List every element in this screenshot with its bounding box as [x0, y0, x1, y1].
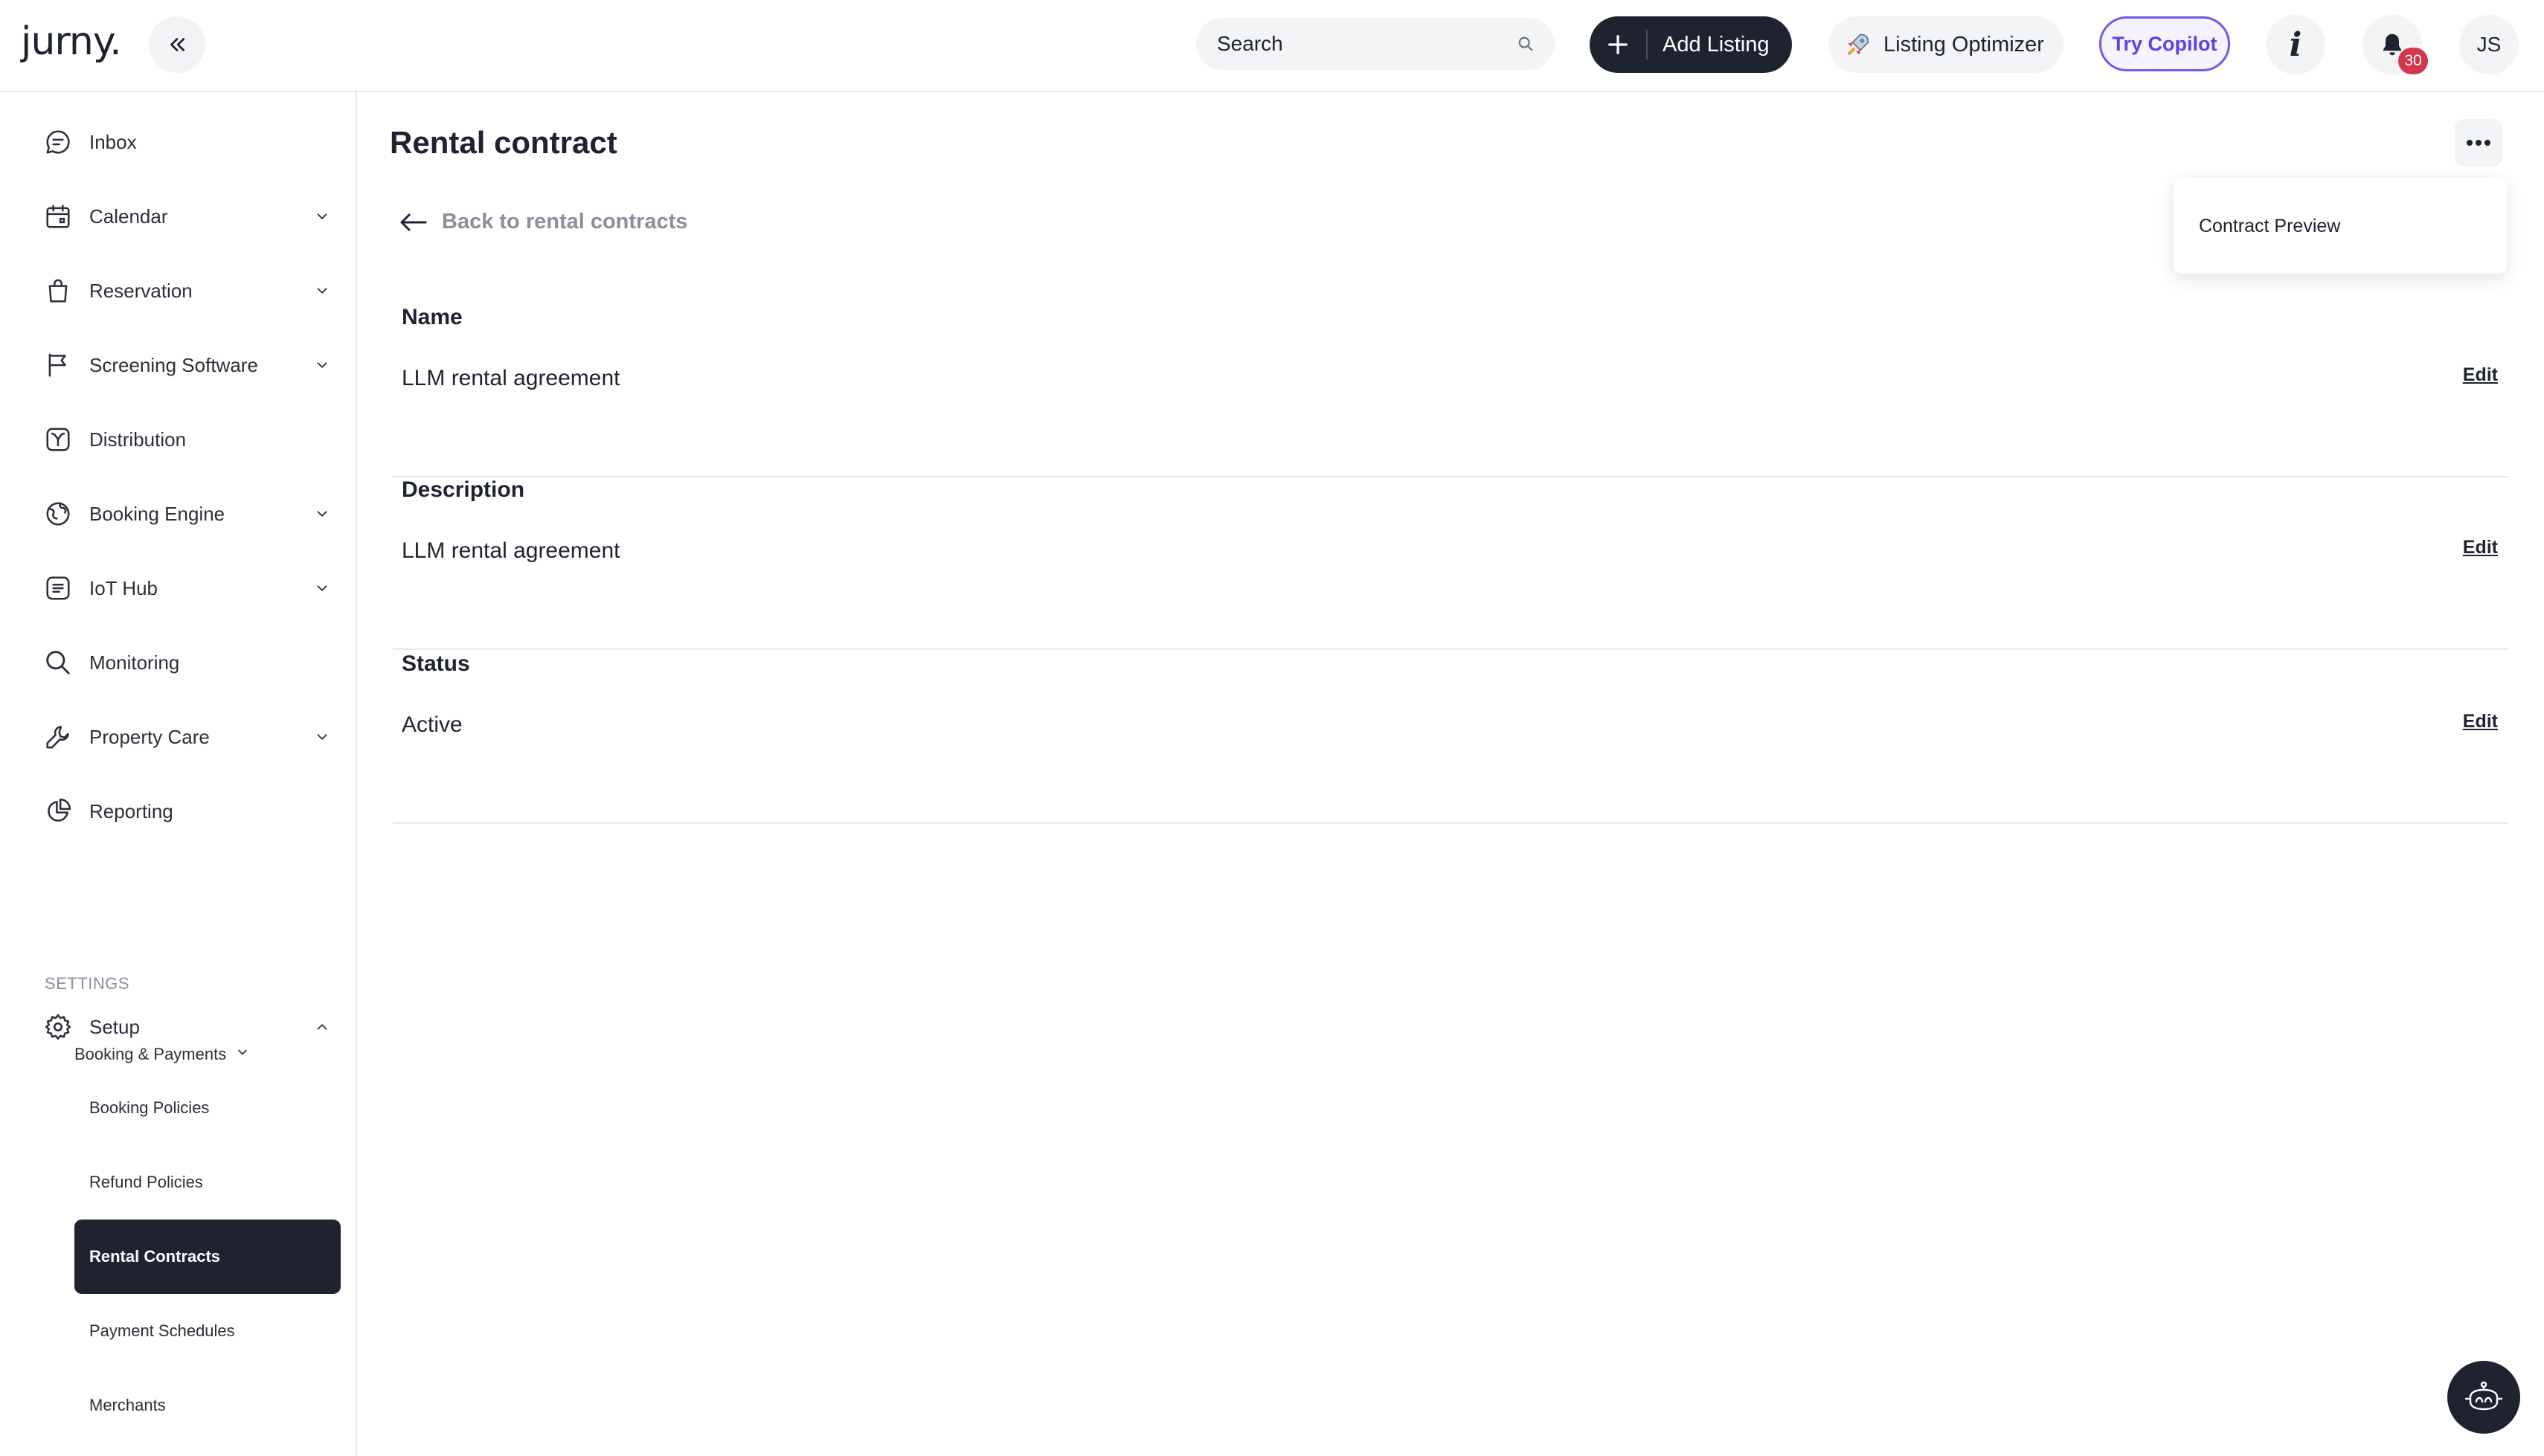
- sidebar-item-label: Payment Schedules: [89, 1321, 235, 1340]
- description-field-row: Description LLM rental agreement Edit: [393, 477, 2508, 650]
- pie-chart-icon: [42, 795, 74, 828]
- sidebar-item-label: Rental Contracts: [89, 1247, 221, 1266]
- flag-icon: [42, 349, 74, 381]
- listing-optimizer-button[interactable]: Listing Optimizer: [1828, 16, 2063, 73]
- magnifier-icon: [42, 646, 74, 679]
- sidebar-item-inbox[interactable]: Inbox: [42, 116, 333, 168]
- name-field-row: Name LLM rental agreement Edit: [393, 305, 2508, 477]
- sidebar-item-reservation[interactable]: Reservation: [42, 265, 333, 317]
- bag-icon: [42, 274, 74, 307]
- status-field-row: Status Active Edit: [393, 651, 2508, 824]
- sidebar-item-label: Booking & Payments: [74, 1045, 227, 1063]
- sidebar-item-label: Calendar: [89, 204, 168, 228]
- listing-optimizer-label: Listing Optimizer: [1883, 32, 2044, 57]
- sidebar-item-label: Monitoring: [89, 651, 180, 674]
- sidebar-item-label: Property Care: [89, 725, 210, 748]
- user-avatar[interactable]: JS: [2459, 15, 2519, 74]
- top-header: jurny. Add Listing Listing Optimizer Try…: [0, 0, 2544, 92]
- notification-badge: 30: [2398, 48, 2428, 74]
- back-link-label: Back to rental contracts: [442, 210, 688, 233]
- sidebar-item-iot-hub[interactable]: IoT Hub: [42, 562, 333, 614]
- search-icon: [1518, 36, 1533, 51]
- collapse-sidebar-button[interactable]: [149, 16, 205, 73]
- sidebar-item-label: Merchants: [89, 1396, 166, 1414]
- search-bar[interactable]: [1196, 18, 1555, 70]
- field-label: Status: [402, 651, 470, 676]
- sidebar-item-booking-policies[interactable]: Booking Policies: [74, 1071, 341, 1145]
- plus-icon: [1590, 16, 1646, 73]
- sidebar-item-booking-payments[interactable]: Booking & Payments: [74, 1032, 250, 1077]
- distribution-icon: [42, 423, 74, 456]
- sidebar-item-monitoring[interactable]: Monitoring: [42, 637, 333, 689]
- add-listing-label: Add Listing: [1663, 32, 1770, 57]
- sidebar-item-rental-contracts[interactable]: Rental Contracts: [74, 1220, 341, 1294]
- page-title: Rental contract: [390, 125, 617, 160]
- rocket-icon: [1848, 33, 1869, 55]
- sidebar-item-label: Refund Policies: [89, 1173, 203, 1191]
- sidebar-item-label: Booking Engine: [89, 502, 225, 525]
- contract-preview-option[interactable]: Contract Preview: [2199, 216, 2340, 237]
- search-input[interactable]: [1217, 32, 1517, 56]
- chevron-down-icon: [311, 354, 333, 376]
- sidebar-item-label: Screening Software: [89, 353, 258, 376]
- back-to-rental-contracts-link[interactable]: Back to rental contracts: [399, 210, 687, 234]
- sidebar-item-screening-software[interactable]: Screening Software: [42, 339, 333, 391]
- info-icon: i: [2289, 25, 2302, 64]
- field-value: LLM rental agreement: [402, 366, 620, 390]
- chevron-up-icon: [311, 1016, 333, 1038]
- double-chevron-left-icon: [170, 38, 185, 51]
- sidebar-item-label: Booking Policies: [89, 1098, 210, 1117]
- chevron-down-icon: [311, 205, 333, 228]
- sidebar-item-refund-policies[interactable]: Refund Policies: [74, 1145, 341, 1220]
- add-listing-button[interactable]: Add Listing: [1590, 16, 1792, 73]
- sidebar-item-label: Reporting: [89, 799, 173, 822]
- chevron-down-icon: [311, 280, 333, 302]
- jurny-logo[interactable]: jurny.: [21, 19, 122, 64]
- assistant-bot-button[interactable]: [2447, 1361, 2520, 1434]
- field-label: Description: [402, 477, 525, 502]
- options-dropdown-menu: Contract Preview: [2174, 178, 2507, 274]
- field-value: Active: [402, 712, 463, 737]
- edit-description-link[interactable]: Edit: [2463, 537, 2498, 558]
- sidebar-item-reporting[interactable]: Reporting: [42, 785, 333, 837]
- edit-name-link[interactable]: Edit: [2463, 364, 2498, 386]
- chat-bubble-icon: [42, 126, 74, 158]
- more-options-button[interactable]: [2455, 119, 2502, 167]
- sidebar-item-payment-schedules[interactable]: Payment Schedules: [74, 1294, 341, 1368]
- gear-icon: [42, 1011, 74, 1043]
- wrench-icon: [42, 721, 74, 753]
- sidebar-item-label: IoT Hub: [89, 576, 158, 599]
- sidebar-item-booking-engine[interactable]: Booking Engine: [42, 488, 333, 540]
- chevron-down-icon: [311, 577, 333, 599]
- sidebar-item-label: Distribution: [89, 428, 187, 451]
- iot-hub-icon: [42, 572, 74, 605]
- sidebar-item-property-care[interactable]: Property Care: [42, 711, 333, 763]
- calendar-icon: [42, 200, 74, 233]
- sidebar: Inbox Calendar Reservation Screening Sof…: [0, 92, 357, 1456]
- settings-section-label: SETTINGS: [45, 974, 130, 993]
- chevron-down-icon: [311, 726, 333, 748]
- sidebar-item-calendar[interactable]: Calendar: [42, 190, 333, 242]
- field-value: LLM rental agreement: [402, 538, 620, 563]
- more-horizontal-icon: [2467, 140, 2490, 146]
- sidebar-item-label: Inbox: [89, 130, 137, 153]
- sidebar-item-label: Reservation: [89, 279, 193, 302]
- chevron-down-icon: [235, 1045, 250, 1064]
- arrow-left-icon: [400, 213, 427, 231]
- robot-icon: [2464, 1381, 2503, 1411]
- sidebar-item-distribution[interactable]: Distribution: [42, 413, 333, 466]
- field-label: Name: [402, 305, 463, 329]
- chevron-down-icon: [311, 503, 333, 525]
- globe-icon: [42, 497, 74, 530]
- try-copilot-button[interactable]: Try Copilot: [2099, 16, 2230, 71]
- edit-status-link[interactable]: Edit: [2463, 711, 2498, 732]
- sidebar-item-merchants[interactable]: Merchants: [74, 1368, 341, 1443]
- info-button[interactable]: i: [2266, 15, 2325, 74]
